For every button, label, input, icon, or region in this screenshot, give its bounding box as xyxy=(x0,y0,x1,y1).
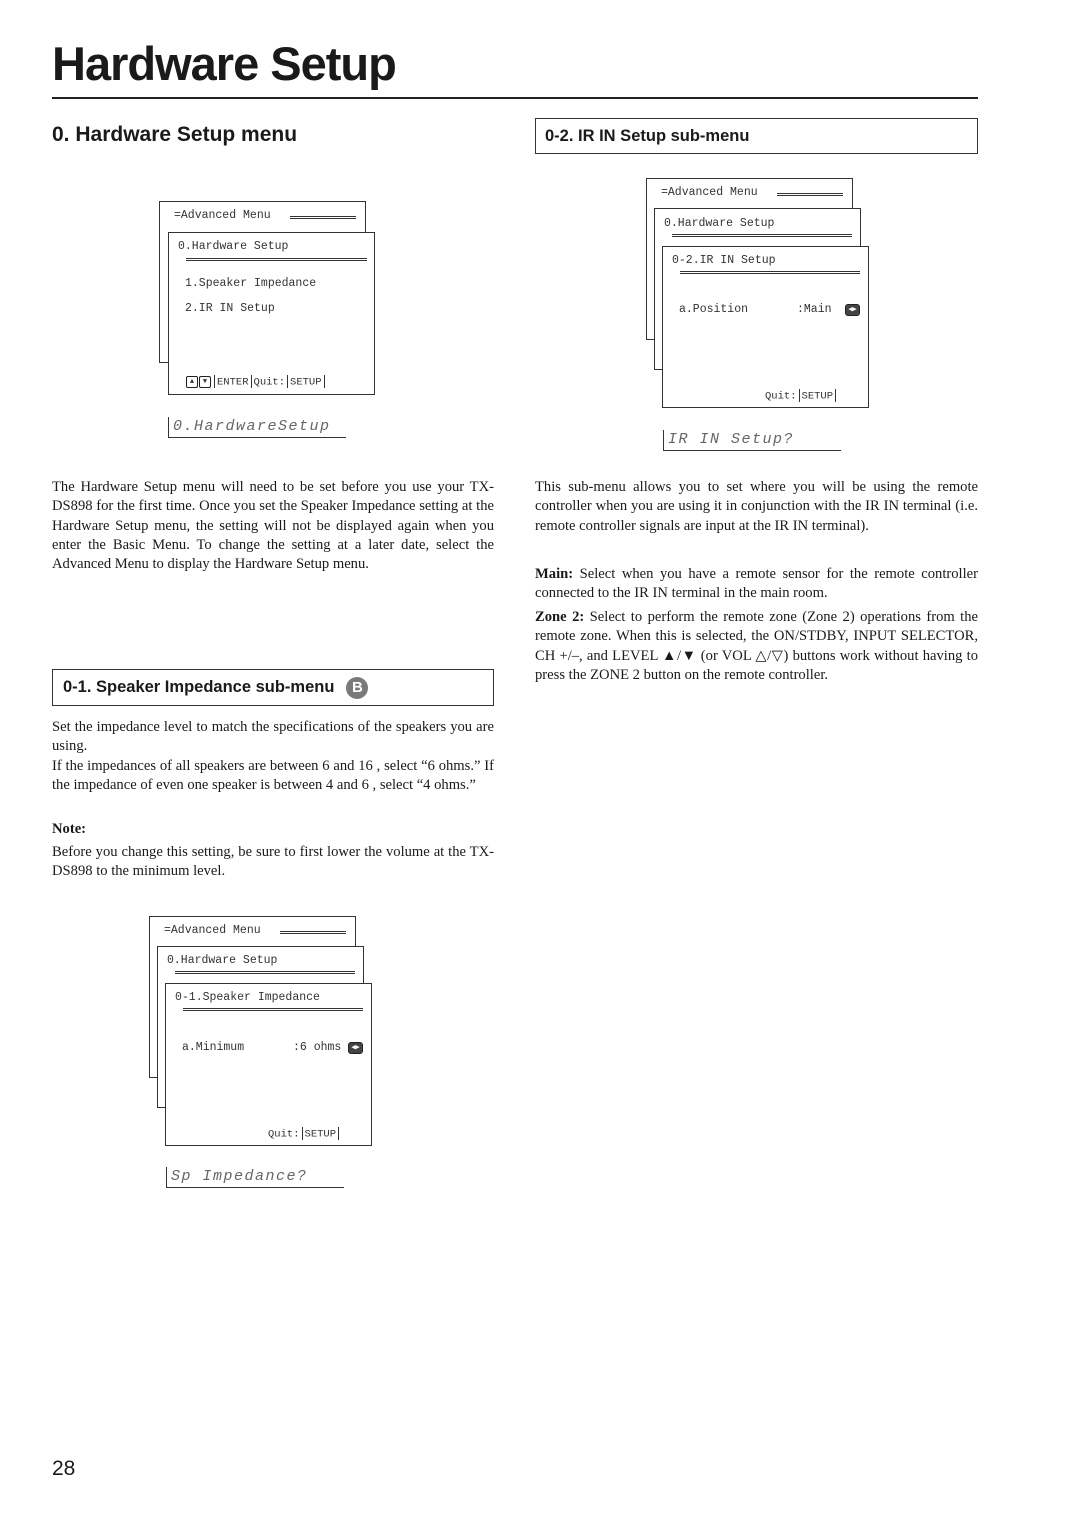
speaker-paragraph-2: If the impedances of all speakers are be… xyxy=(52,758,494,794)
osd-back-title: =Advanced Menu xyxy=(661,186,758,199)
page-title: Hardware Setup xyxy=(52,37,397,90)
speaker-paragraph-1: Set the impedance level to match the spe… xyxy=(52,719,494,755)
main-option-paragraph: Main: Select when you have a remote sens… xyxy=(535,565,978,604)
main-option-label: Main: xyxy=(535,566,574,582)
osd-row-value-minimum[interactable]: :6 ohms xyxy=(293,1041,341,1054)
separator xyxy=(287,375,289,388)
intro-paragraph: The Hardware Setup menu will need to be … xyxy=(52,479,494,573)
ir-intro-paragraph: This sub-menu allows you to set where yo… xyxy=(535,479,978,534)
osd-title-rule xyxy=(186,258,367,261)
quit-label: Quit: xyxy=(253,376,286,389)
osd-menu-item-ir-in-setup[interactable]: 2.IR IN Setup xyxy=(185,302,275,315)
speaker-impedance-heading: 0-1. Speaker Impedance sub-menu B xyxy=(52,669,494,706)
zone2-option-paragraph: Zone 2: Select to perform the remote zon… xyxy=(535,608,978,685)
separator xyxy=(214,375,215,388)
up-arrow-key-icon: ▲ xyxy=(186,375,198,388)
note-label: Note: xyxy=(52,821,87,837)
lcd-display-hardware-setup: 0.HardwareSetup xyxy=(168,417,346,438)
osd-title-rule xyxy=(280,931,346,934)
lcd-display-ir-in-setup: IR IN Setup? xyxy=(663,430,841,451)
osd-menu-item-speaker-impedance[interactable]: 1.Speaker Impedance xyxy=(185,277,316,290)
osd-row-label-minimum: a.Minimum xyxy=(182,1041,245,1054)
separator xyxy=(323,375,325,388)
separator xyxy=(835,389,837,402)
osd-footer: ▲ ▼ ENTER Quit: SETUP xyxy=(186,375,327,388)
note-paragraph: Before you change this setting, be sure … xyxy=(52,844,494,880)
setup-label: SETUP xyxy=(801,390,834,403)
ir-in-setup-heading-text: 0-2. IR IN Setup sub-menu xyxy=(545,126,750,145)
osd-front-panel: 0-1.Speaker Impedance a.Minimum :6 ohms … xyxy=(165,983,372,1146)
osd-front-title: 0.Hardware Setup xyxy=(178,240,289,253)
osd-front-panel: 0-2.IR IN Setup a.Position :Main ◀▶ Quit… xyxy=(662,246,869,408)
main-option-text: Select when you have a remote sensor for… xyxy=(535,566,978,602)
quit-label: Quit: xyxy=(268,1128,300,1141)
osd-row-value-position[interactable]: :Main xyxy=(797,303,832,316)
osd-footer: Quit: SETUP xyxy=(765,389,838,402)
enter-label: ENTER xyxy=(217,376,249,389)
zone2-option-text: Select to perform the remote zone (Zone … xyxy=(535,609,979,683)
ir-in-setup-heading: 0-2. IR IN Setup sub-menu xyxy=(535,118,978,154)
separator xyxy=(798,389,800,402)
setup-label: SETUP xyxy=(290,376,322,389)
quit-label: Quit: xyxy=(765,390,797,403)
left-right-arrows-icon: ◀▶ xyxy=(348,1042,363,1054)
osd-mid-title: 0.Hardware Setup xyxy=(167,954,278,967)
osd-title-rule xyxy=(680,271,860,274)
osd-mid-title: 0.Hardware Setup xyxy=(664,217,775,230)
osd-front-panel: 0.Hardware Setup 1.Speaker Impedance 2.I… xyxy=(168,232,375,395)
osd-row-label-position: a.Position xyxy=(679,303,749,316)
osd-footer: Quit: SETUP xyxy=(268,1127,341,1140)
page-number: 28 xyxy=(52,1457,76,1480)
speaker-impedance-heading-text: 0-1. Speaker Impedance sub-menu xyxy=(63,678,335,696)
osd-front-title: 0-1.Speaker Impedance xyxy=(175,991,320,1004)
left-right-arrows-icon: ◀▶ xyxy=(845,304,860,316)
separator xyxy=(301,1127,303,1140)
osd-front-title: 0-2.IR IN Setup xyxy=(672,254,776,267)
setup-label: SETUP xyxy=(304,1128,337,1141)
basic-menu-badge-icon: B xyxy=(346,676,369,699)
osd-title-rule xyxy=(183,1008,363,1011)
separator xyxy=(250,375,252,388)
separator xyxy=(338,1127,340,1140)
osd-back-title: =Advanced Menu xyxy=(164,924,261,937)
osd-back-title: =Advanced Menu xyxy=(174,209,271,222)
osd-title-rule xyxy=(777,193,843,196)
lcd-display-sp-impedance: Sp Impedance? xyxy=(166,1167,344,1188)
osd-title-rule xyxy=(175,971,355,974)
zone2-option-label: Zone 2: xyxy=(535,609,585,625)
osd-title-rule xyxy=(290,216,356,219)
section-heading-hardware-setup-menu: 0. Hardware Setup menu xyxy=(52,123,298,146)
osd-title-rule xyxy=(672,234,852,237)
title-rule xyxy=(52,97,978,99)
down-arrow-key-icon: ▼ xyxy=(199,375,211,388)
